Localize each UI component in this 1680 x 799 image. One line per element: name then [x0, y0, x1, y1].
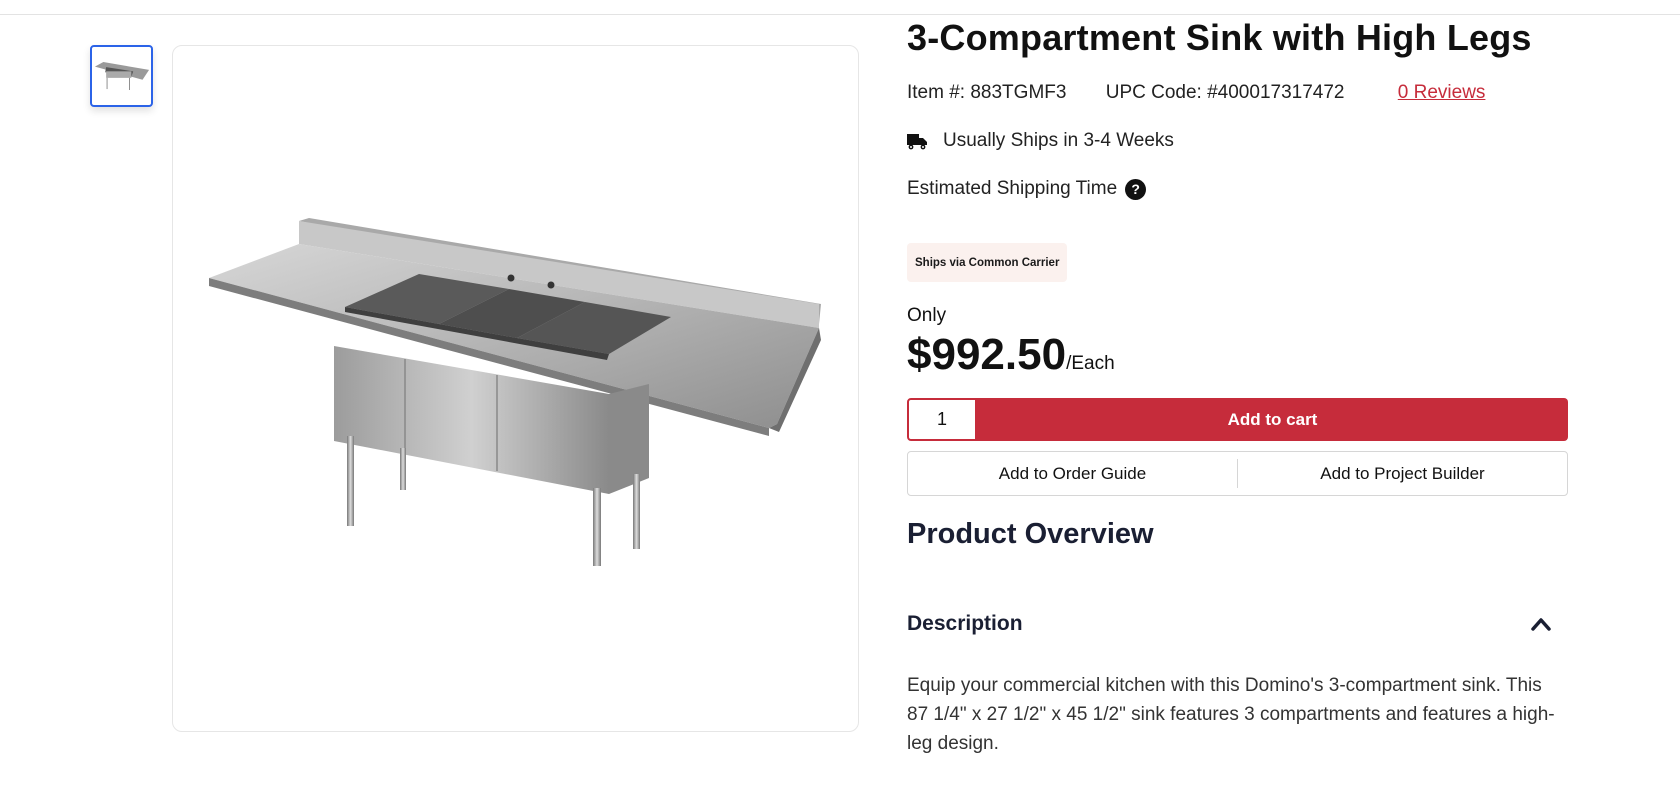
truck-icon: [907, 134, 927, 150]
product-title: 3-Compartment Sink with High Legs: [907, 17, 1532, 58]
sink-thumbnail-image: [94, 62, 149, 90]
add-to-cart-button[interactable]: Add to cart: [977, 398, 1568, 441]
secondary-actions: Add to Order Guide Add to Project Builde…: [907, 451, 1568, 496]
description-heading: Description: [907, 612, 1023, 635]
product-thumbnail-1[interactable]: [90, 45, 153, 107]
item-number: Item #: 883TGMF3: [907, 82, 1067, 103]
add-to-order-guide-button[interactable]: Add to Order Guide: [908, 452, 1237, 495]
estimated-shipping-row: Estimated Shipping Time ?: [907, 178, 1147, 200]
price: $992.50: [907, 330, 1067, 379]
add-to-project-builder-button[interactable]: Add to Project Builder: [1238, 452, 1567, 495]
price-row: $992.50/Each: [907, 330, 1115, 380]
shipping-time-row: Usually Ships in 3-4 Weeks: [907, 130, 1174, 152]
price-prefix: Only: [907, 305, 947, 326]
price-unit: /Each: [1066, 353, 1115, 374]
quantity-input[interactable]: [907, 398, 977, 441]
shipping-time-text: Usually Ships in 3-4 Weeks: [943, 130, 1174, 151]
description-text: Equip your commercial kitchen with this …: [907, 675, 1555, 754]
product-main-image[interactable]: [172, 45, 859, 732]
three-compartment-sink-image: [209, 218, 821, 566]
question-circle-icon[interactable]: ?: [1125, 178, 1147, 200]
header-divider: [0, 14, 1680, 15]
product-overview-heading: Product Overview: [907, 518, 1154, 550]
carrier-badge: Ships via Common Carrier: [907, 243, 1068, 282]
upc-code: UPC Code: #400017317472: [1105, 82, 1345, 103]
chevron-up-icon[interactable]: [1530, 616, 1552, 632]
description-accordion-header[interactable]: Description: [907, 612, 1552, 636]
estimated-shipping-label: Estimated Shipping Time: [907, 178, 1118, 199]
reviews-link[interactable]: 0 Reviews: [1398, 82, 1486, 104]
product-meta-row: Item #: 883TGMF3 UPC Code: #400017317472…: [907, 82, 1485, 104]
add-to-cart-row: Add to cart: [907, 398, 1568, 441]
